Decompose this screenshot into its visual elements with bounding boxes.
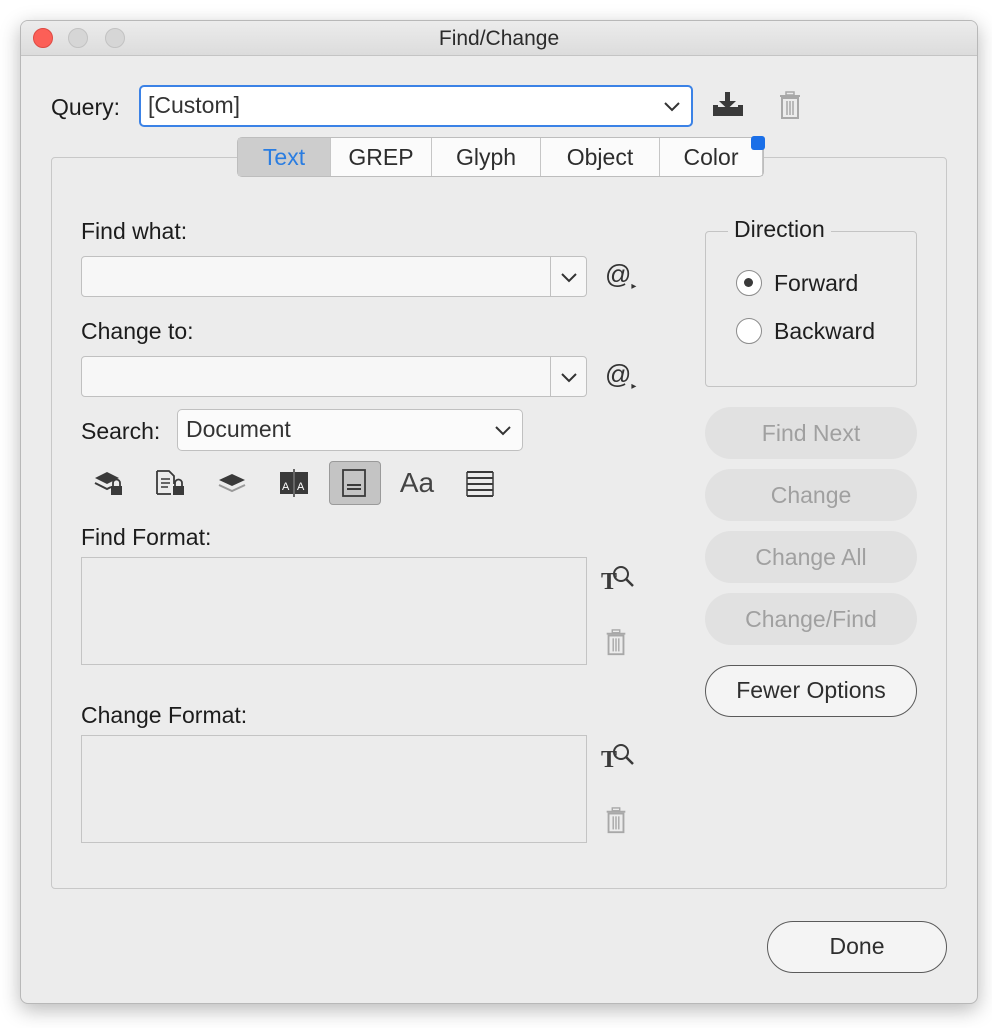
notification-dot [751,136,765,150]
find-format-box[interactable] [81,557,587,665]
change-format-label: Change Format: [81,702,248,728]
done-button[interactable]: Done [767,921,947,973]
include-locked-stories-icon[interactable] [143,461,195,505]
find-next-button[interactable]: Find Next [705,407,917,459]
clear-find-format-icon[interactable] [605,629,627,657]
change-format-box[interactable] [81,735,587,843]
specify-change-format-icon[interactable]: T [601,741,635,773]
search-type-tabs: Text GREP Glyph Object Color [237,136,765,177]
chevron-down-icon [561,273,577,283]
search-scope-value: Document [186,416,291,442]
change-to-field[interactable] [81,356,587,397]
include-hidden-layers-icon[interactable] [205,461,257,505]
window-title: Find/Change [438,27,560,50]
specify-find-format-icon[interactable]: T [601,563,635,595]
delete-query-icon[interactable] [779,91,801,121]
find-what-dropdown[interactable] [550,257,586,296]
forward-radio[interactable] [736,270,762,296]
find-what-field[interactable] [81,256,587,297]
backward-label[interactable]: Backward [774,318,875,345]
include-master-pages-icon[interactable]: A A [267,461,319,505]
query-value: [Custom] [148,92,241,118]
change-to-dropdown[interactable] [550,357,586,396]
include-footnotes-icon[interactable] [329,461,381,505]
special-characters-change-icon[interactable]: @▸ [605,359,636,392]
include-locked-layers-icon[interactable] [81,461,133,505]
change-find-button[interactable]: Change/Find [705,593,917,645]
title-bar: Find/Change [21,21,977,56]
direction-legend: Direction [728,216,831,243]
fewer-options-button[interactable]: Fewer Options [705,665,917,717]
find-what-label: Find what: [81,218,188,244]
backward-radio[interactable] [736,318,762,344]
tab-text[interactable]: Text [238,138,331,176]
query-label: Query: [51,94,121,120]
search-label: Search: [81,418,161,444]
search-scope-select[interactable]: Document [177,409,523,451]
tab-color[interactable]: Color [660,138,763,176]
change-button[interactable]: Change [705,469,917,521]
change-to-label: Change to: [81,318,194,344]
whole-word-icon[interactable] [453,461,505,505]
case-sensitive-icon[interactable]: Aa [391,461,443,505]
chevron-down-icon [561,373,577,383]
clear-change-format-icon[interactable] [605,807,627,835]
query-select[interactable]: [Custom] [139,85,693,127]
chevron-down-icon [664,102,680,112]
find-format-label: Find Format: [81,524,212,550]
find-change-dialog: Find/Change Query: [Custom] Text GREP Gl… [20,20,978,1004]
forward-label[interactable]: Forward [774,270,858,297]
change-all-button[interactable]: Change All [705,531,917,583]
chevron-down-icon [495,426,511,436]
direction-group: Direction Forward Backward [705,216,917,387]
tab-grep[interactable]: GREP [331,138,432,176]
tab-object[interactable]: Object [541,138,660,176]
tab-glyph[interactable]: Glyph [432,138,541,176]
svg-text:A: A [282,481,290,493]
special-characters-find-icon[interactable]: @▸ [605,259,636,292]
save-query-icon[interactable] [711,91,745,121]
svg-text:A: A [297,481,305,493]
